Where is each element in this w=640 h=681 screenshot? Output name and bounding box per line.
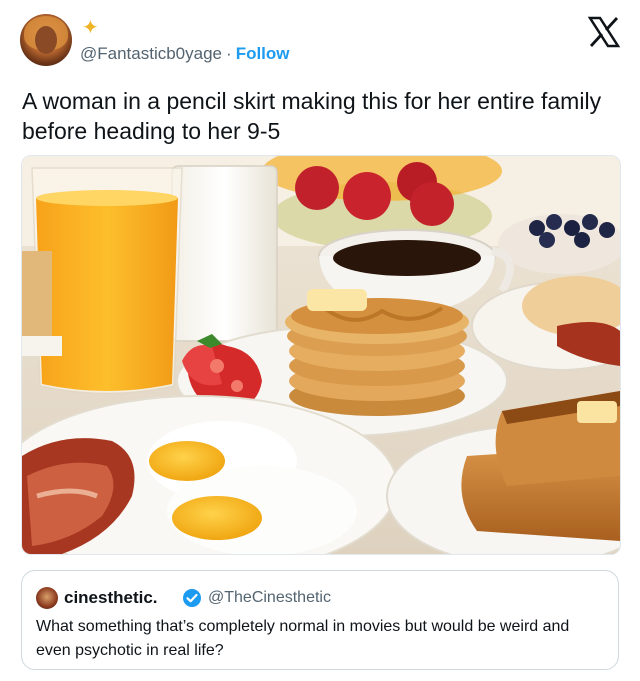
sparkle-icon: ✦ <box>82 17 99 39</box>
post-text: A woman in a pencil skirt making this fo… <box>22 88 602 144</box>
quoted-text: What something that’s completely normal … <box>36 618 570 659</box>
tweet-card: ✦ @Fantasticb0yage · Follow A woman in a p… <box>0 0 640 681</box>
quoted-name[interactable]: cinesthetic. <box>64 588 158 608</box>
quoted-handle[interactable]: @TheCinesthetic <box>208 589 331 607</box>
x-logo-icon[interactable] <box>586 14 622 50</box>
avatar-face <box>35 26 57 54</box>
author-header: @Fantasticb0yage · Follow <box>80 44 290 64</box>
author-handle[interactable]: @Fantasticb0yage <box>80 44 222 63</box>
author-avatar[interactable] <box>20 14 72 66</box>
quoted-avatar[interactable] <box>36 587 58 609</box>
quoted-tweet[interactable]: cinesthetic. @TheCinesthetic What someth… <box>21 570 619 670</box>
verified-badge-icon <box>183 589 201 607</box>
follow-button[interactable]: Follow <box>236 44 290 63</box>
breakfast-photo[interactable] <box>21 155 621 555</box>
separator-dot: · <box>226 44 232 63</box>
